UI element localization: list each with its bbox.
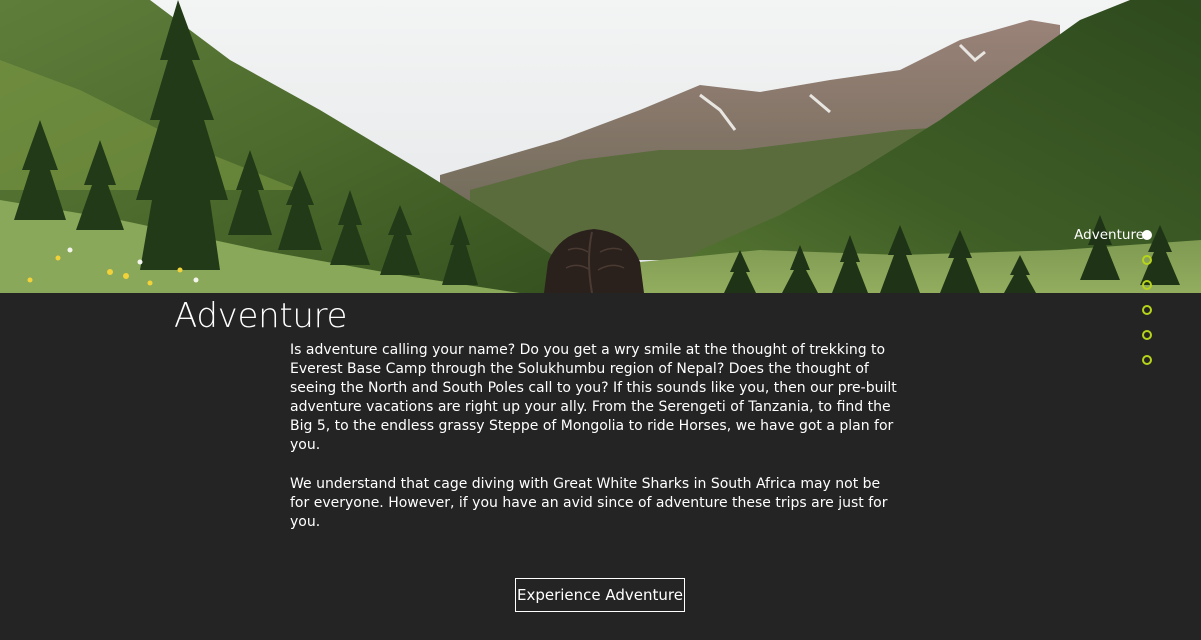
dot-nav-item[interactable] <box>1050 278 1180 292</box>
dot-nav-item[interactable] <box>1050 353 1180 367</box>
section-body: Is adventure calling your name? Do you g… <box>290 341 902 551</box>
active-dot-icon[interactable] <box>1142 230 1152 240</box>
dot-icon[interactable] <box>1142 280 1152 290</box>
dot-icon[interactable] <box>1142 255 1152 265</box>
mountain-valley-photo <box>0 0 1201 293</box>
dot-nav-item[interactable] <box>1050 253 1180 267</box>
dot-nav-item[interactable] <box>1050 328 1180 342</box>
dot-icon[interactable] <box>1142 330 1152 340</box>
dot-nav-item[interactable] <box>1050 303 1180 317</box>
experience-adventure-button[interactable]: Experience Adventure <box>515 578 685 612</box>
dot-nav-label: Adventure <box>1074 227 1144 243</box>
body-paragraph: Is adventure calling your name? Do you g… <box>290 342 897 454</box>
dot-icon[interactable] <box>1142 355 1152 365</box>
body-paragraph: We understand that cage diving with Grea… <box>290 475 888 530</box>
hero-image <box>0 0 1201 293</box>
dot-nav-item-adventure[interactable]: Adventure <box>1050 227 1180 243</box>
dot-icon[interactable] <box>1142 305 1152 315</box>
section-title: Adventure <box>174 296 348 336</box>
